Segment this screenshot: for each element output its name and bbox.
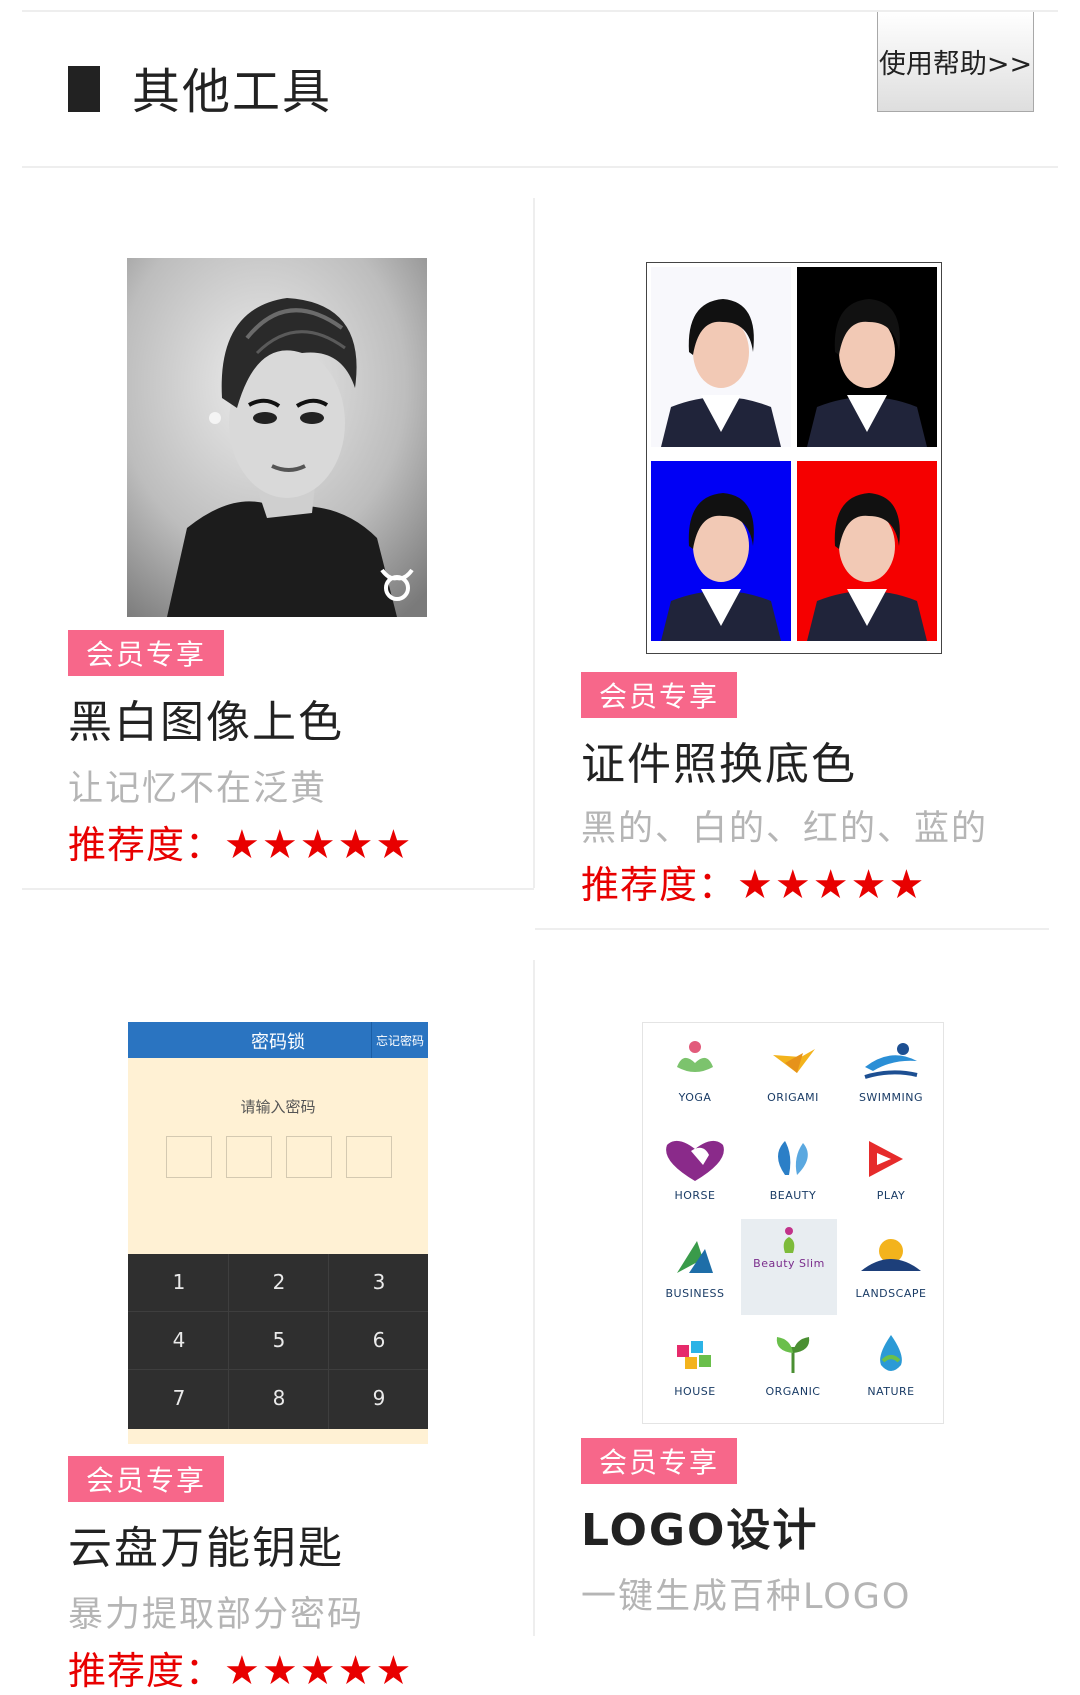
tool-card-colorize[interactable]: 会员专享 黑白图像上色 让记忆不在泛黄 推荐度：★★★★★: [0, 198, 512, 888]
forgot-password-link: 忘记密码: [371, 1022, 428, 1058]
key-6: 6: [372, 1328, 386, 1352]
key-4: 4: [172, 1328, 186, 1352]
id-photo-blue: [651, 461, 791, 641]
card-bottom-divider: [535, 928, 1049, 930]
rating-label: 推荐度：: [68, 823, 225, 867]
card-title: LOGO设计: [581, 1505, 819, 1556]
card-description: 让记忆不在泛黄: [68, 769, 328, 809]
logo-house: HOUSE: [647, 1327, 743, 1419]
key-1: 1: [172, 1270, 186, 1294]
logo-beauty: BEAUTY: [745, 1131, 841, 1223]
pin-box: [166, 1136, 212, 1178]
keypad: 1 2 3 4 5 6 7 8 9: [128, 1254, 428, 1429]
portrait-illustration: [127, 258, 427, 617]
logo-swimming: SWIMMING: [843, 1033, 939, 1125]
logo-play: PLAY: [843, 1131, 939, 1223]
help-button[interactable]: 使用帮助>>: [877, 12, 1034, 112]
pin-box: [346, 1136, 392, 1178]
password-lock-image: 密码锁 忘记密码 请输入密码 1 2 3 4 5 6 7 8 9: [128, 1022, 428, 1444]
member-badge: 会员专享: [581, 672, 737, 718]
card-rating: 推荐度：★★★★★: [581, 854, 926, 909]
card-title: 云盘万能钥匙: [68, 1523, 344, 1574]
key-9: 9: [372, 1386, 386, 1410]
member-badge: 会员专享: [68, 630, 224, 676]
card-description: 暴力提取部分密码: [68, 1595, 365, 1635]
lock-prompt: 请输入密码: [240, 1098, 316, 1116]
card-rating: 推荐度：★★★★★: [68, 814, 413, 869]
key-3: 3: [372, 1270, 386, 1294]
key-7: 7: [172, 1386, 186, 1410]
logo-landscape: LANDSCAPE: [843, 1229, 939, 1321]
id-photo-white: [651, 267, 791, 447]
rating-stars-icon: ★★★★★: [737, 862, 927, 908]
key-5: 5: [272, 1328, 286, 1352]
rating-stars-icon: ★★★★★: [224, 1648, 414, 1694]
pin-box: [286, 1136, 332, 1178]
pin-box: [226, 1136, 272, 1178]
card-bottom-divider: [22, 888, 534, 890]
card-title: 证件照换底色: [581, 739, 857, 790]
id-photo-red: [797, 461, 937, 641]
tool-card-id-photo[interactable]: 会员专享 证件照换底色 黑的、白的、红的、蓝的 推荐度：★★★★★: [535, 198, 1047, 928]
key-8: 8: [272, 1386, 286, 1410]
logo-nature: NATURE: [843, 1327, 939, 1419]
key-2: 2: [272, 1270, 286, 1294]
rating-label: 推荐度：: [68, 1649, 225, 1693]
member-badge: 会员专享: [581, 1438, 737, 1484]
id-photo-grid-image: [646, 262, 942, 654]
rating-label: 推荐度：: [581, 863, 738, 907]
bw-portrait-image: [127, 258, 427, 617]
logo-beauty-slim: Beauty Slim: [741, 1219, 837, 1315]
title-marker: [68, 66, 100, 112]
logo-origami: ORIGAMI: [745, 1033, 841, 1125]
card-rating: 推荐度：★★★★★: [68, 1640, 413, 1695]
header-divider: [22, 166, 1058, 168]
tool-card-logo-design[interactable]: YOGA ORIGAMI SWIMMING HORSE BEAUTY PLAY …: [535, 960, 1047, 1636]
card-description: 黑的、白的、红的、蓝的: [581, 809, 989, 849]
member-badge: 会员专享: [68, 1456, 224, 1502]
tool-card-cloud-key[interactable]: 密码锁 忘记密码 请输入密码 1 2 3 4 5 6 7 8 9 会员专享 云盘…: [0, 960, 512, 1694]
lock-title-bar: 密码锁 忘记密码: [128, 1022, 428, 1058]
logo-samples-image: YOGA ORIGAMI SWIMMING HORSE BEAUTY PLAY …: [642, 1022, 944, 1424]
logo-yoga: YOGA: [647, 1033, 743, 1125]
logo-horse: HORSE: [647, 1131, 743, 1223]
card-description: 一键生成百种LOGO: [581, 1577, 912, 1617]
id-photo-black: [797, 267, 937, 447]
logo-business: BUSINESS: [647, 1229, 743, 1321]
section-title: 其他工具: [132, 64, 333, 120]
section-header: 其他工具 使用帮助>>: [0, 12, 1080, 175]
card-title: 黑白图像上色: [68, 697, 344, 748]
logo-organic: ORGANIC: [745, 1327, 841, 1419]
rating-stars-icon: ★★★★★: [224, 822, 414, 868]
